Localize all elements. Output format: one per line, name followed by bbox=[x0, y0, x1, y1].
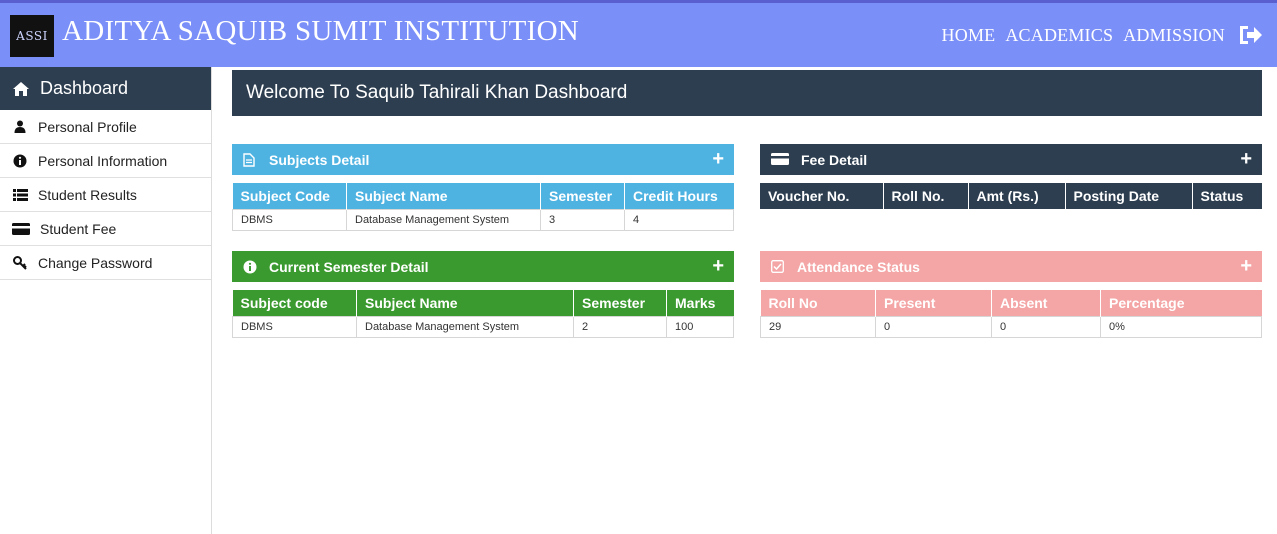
semester-table: Subject code Subject Name Semester Marks… bbox=[232, 290, 734, 338]
sidebar-title: Dashboard bbox=[40, 78, 129, 98]
sidebar-item-change-password[interactable]: Change Password bbox=[0, 246, 211, 280]
column-header: Subject Name bbox=[346, 183, 541, 209]
check-square-icon bbox=[771, 259, 787, 274]
sidebar-item-student-fee[interactable]: Student Fee bbox=[0, 212, 211, 246]
table-cell: 29 bbox=[760, 315, 876, 338]
column-header: Roll No bbox=[760, 290, 876, 316]
sidebar-item-label: Student Results bbox=[38, 186, 137, 203]
top-header: ASSI ADITYA SAQUIB SUMIT INSTITUTION HOM… bbox=[0, 0, 1277, 67]
site-title: ADITYA SAQUIB SUMIT INSTITUTION bbox=[62, 15, 580, 47]
attendance-status-title: Attendance Status bbox=[797, 258, 920, 275]
nav-academics-link[interactable]: ACADEMICS bbox=[1005, 25, 1113, 46]
column-header: Roll No. bbox=[883, 183, 969, 209]
semester-expand-button[interactable]: + bbox=[712, 256, 724, 276]
subjects-table: Subject Code Subject Name Semester Credi… bbox=[232, 183, 734, 231]
nav-home-link[interactable]: HOME bbox=[942, 25, 996, 46]
table-cell: 4 bbox=[624, 208, 734, 231]
info-circle-icon bbox=[243, 260, 259, 274]
table-cell: 0% bbox=[1100, 315, 1262, 338]
fee-expand-button[interactable]: + bbox=[1240, 149, 1252, 169]
welcome-banner: Welcome To Saquib Tahirali Khan Dashboar… bbox=[232, 70, 1262, 116]
file-text-icon bbox=[243, 152, 259, 167]
table-header-row: Subject code Subject Name Semester Marks bbox=[232, 290, 734, 316]
welcome-text: Welcome To Saquib Tahirali Khan Dashboar… bbox=[246, 82, 628, 103]
column-header: Status bbox=[1200, 188, 1244, 204]
nav-admission-link[interactable]: ADMISSION bbox=[1123, 25, 1225, 46]
attendance-status-header: Attendance Status + bbox=[760, 251, 1262, 282]
sidebar-item-personal-profile[interactable]: Personal Profile bbox=[0, 110, 211, 144]
column-header: Absent bbox=[991, 290, 1101, 316]
column-header: Credit Hours bbox=[633, 187, 718, 204]
table-cell: 0 bbox=[875, 315, 992, 338]
sidebar-item-personal-information[interactable]: Personal Information bbox=[0, 144, 211, 178]
table-header-row: Subject Code Subject Name Semester Credi… bbox=[232, 183, 734, 209]
table-cell: 100 bbox=[666, 315, 734, 338]
key-icon bbox=[12, 255, 28, 270]
sign-out-icon[interactable] bbox=[1237, 23, 1263, 47]
table-cell: 2 bbox=[573, 315, 667, 338]
credit-card-icon bbox=[771, 152, 791, 167]
table-cell: 0 bbox=[991, 315, 1101, 338]
column-header: Voucher No. bbox=[760, 183, 884, 209]
column-header: Posting Date bbox=[1065, 183, 1193, 209]
subjects-detail-title: Subjects Detail bbox=[269, 151, 370, 168]
home-icon bbox=[13, 81, 29, 96]
table-header-row: Voucher No. Roll No. Amt (Rs.) Posting D… bbox=[760, 183, 1262, 209]
table-row: DBMS Database Management System 2 100 bbox=[232, 315, 734, 338]
subjects-expand-button[interactable]: + bbox=[712, 149, 724, 169]
sidebar-dashboard-header[interactable]: Dashboard bbox=[0, 67, 211, 110]
top-nav: HOME ACADEMICS ADMISSION bbox=[942, 23, 1263, 47]
column-header: Percentage bbox=[1109, 294, 1185, 311]
sidebar: Dashboard Personal Profile Personal Info… bbox=[0, 67, 212, 534]
attendance-table: Roll No Present Absent Percentage 29 0 0… bbox=[760, 290, 1262, 338]
sidebar-item-label: Student Fee bbox=[40, 220, 117, 237]
list-icon bbox=[12, 188, 28, 202]
table-cell: 3 bbox=[540, 208, 625, 231]
column-header: Subject Code bbox=[232, 183, 347, 209]
sidebar-item-student-results[interactable]: Student Results bbox=[0, 178, 211, 212]
column-header: Semester bbox=[540, 183, 625, 209]
user-icon bbox=[12, 120, 28, 134]
table-row: 29 0 0 0% bbox=[760, 315, 1262, 338]
attendance-expand-button[interactable]: + bbox=[1240, 256, 1252, 276]
table-cell: DBMS bbox=[232, 208, 347, 231]
semester-detail-title: Current Semester Detail bbox=[269, 258, 429, 275]
info-circle-icon bbox=[12, 154, 28, 168]
sidebar-item-label: Change Password bbox=[38, 254, 153, 271]
table-header-row: Roll No Present Absent Percentage bbox=[760, 290, 1262, 316]
column-header: Present bbox=[875, 290, 992, 316]
fee-table: Voucher No. Roll No. Amt (Rs.) Posting D… bbox=[760, 183, 1262, 209]
sidebar-item-label: Personal Profile bbox=[38, 118, 137, 135]
credit-card-icon bbox=[12, 222, 30, 236]
table-cell: DBMS bbox=[232, 315, 357, 338]
table-row: DBMS Database Management System 3 4 bbox=[232, 208, 734, 231]
column-header: Subject code bbox=[232, 290, 357, 316]
table-cell: Database Management System bbox=[356, 315, 574, 338]
fee-detail-title: Fee Detail bbox=[801, 151, 868, 168]
column-header: Amt (Rs.) bbox=[968, 183, 1066, 209]
institution-logo[interactable]: ASSI bbox=[10, 15, 54, 57]
fee-detail-header: Fee Detail + bbox=[760, 144, 1262, 175]
column-header: Marks bbox=[675, 294, 716, 311]
sidebar-item-label: Personal Information bbox=[38, 152, 168, 169]
column-header: Subject Name bbox=[356, 290, 574, 316]
semester-detail-header: Current Semester Detail + bbox=[232, 251, 734, 282]
subjects-detail-header: Subjects Detail + bbox=[232, 144, 734, 175]
column-header: Semester bbox=[573, 290, 667, 316]
table-cell: Database Management System bbox=[346, 208, 541, 231]
